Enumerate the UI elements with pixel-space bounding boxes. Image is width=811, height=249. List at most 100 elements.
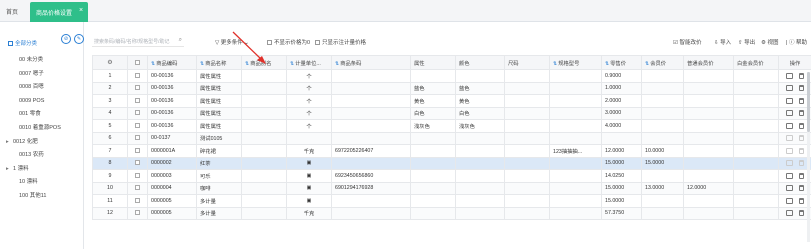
row-checkbox[interactable] bbox=[127, 131, 148, 145]
cell-platinum[interactable] bbox=[733, 69, 779, 83]
cell-normal[interactable] bbox=[683, 144, 734, 158]
cell-normal[interactable] bbox=[683, 206, 734, 220]
help-button[interactable]: | ⓘ 帮助 bbox=[786, 38, 807, 46]
table-row[interactable]: 5 00-00136 属性属性 个 浅灰色 浅灰色 4.0000 bbox=[92, 119, 811, 133]
cell-retail[interactable] bbox=[601, 131, 642, 145]
cell-member[interactable] bbox=[641, 206, 684, 220]
cell-platinum[interactable] bbox=[733, 119, 779, 133]
cell-platinum[interactable] bbox=[733, 181, 779, 195]
edit-icon[interactable] bbox=[786, 135, 793, 142]
edit-icon[interactable] bbox=[786, 197, 793, 204]
row-checkbox[interactable] bbox=[127, 144, 148, 158]
cell-platinum[interactable] bbox=[733, 194, 779, 208]
cell-normal[interactable] bbox=[683, 119, 734, 133]
cell-platinum[interactable] bbox=[733, 169, 779, 183]
close-tab-icon[interactable]: × bbox=[79, 7, 83, 14]
header-unit[interactable]: ⇅计量单位... bbox=[286, 55, 332, 70]
cell-retail[interactable]: 2.0000 bbox=[601, 94, 642, 108]
row-checkbox[interactable] bbox=[127, 119, 148, 133]
search-input[interactable]: 搜索条码/编码/名称/规格型号/助记 ⌕ bbox=[92, 37, 184, 47]
table-row[interactable]: 4 00-00136 属性属性 个 白色 白色 3.0000 bbox=[92, 106, 811, 120]
edit-icon[interactable] bbox=[786, 110, 793, 117]
row-checkbox[interactable] bbox=[127, 206, 148, 220]
cell-member[interactable]: 13.0000 bbox=[641, 181, 684, 195]
view-button[interactable]: ⚙ 视图 bbox=[761, 38, 778, 46]
cell-platinum[interactable] bbox=[733, 156, 779, 170]
header-barcode[interactable]: ⇅商品条码 bbox=[331, 55, 411, 70]
select-all-checkbox[interactable] bbox=[127, 55, 148, 70]
cell-retail[interactable]: 4.0000 bbox=[601, 119, 642, 133]
header-spec[interactable]: ⇅规格型号 bbox=[549, 55, 602, 70]
table-row[interactable]: 9 0000003 可乐 ▣ 6923450656860 14.0250 bbox=[92, 169, 811, 183]
row-checkbox[interactable] bbox=[127, 106, 148, 120]
scrollbar-thumb[interactable] bbox=[807, 72, 810, 132]
caret-right-icon[interactable]: ▸ bbox=[6, 138, 13, 146]
smart-price-button[interactable]: ☑ 智能改价 bbox=[673, 38, 701, 46]
category-item[interactable]: 0013 农药 bbox=[6, 151, 61, 165]
cell-member[interactable] bbox=[641, 106, 684, 120]
trash-icon[interactable] bbox=[799, 210, 804, 217]
cell-member[interactable] bbox=[641, 194, 684, 208]
trash-icon[interactable] bbox=[799, 85, 804, 92]
category-item[interactable]: 0008 百嗯 bbox=[6, 83, 61, 97]
tab-price-settings[interactable]: 商品价格设置 × bbox=[30, 2, 88, 22]
trash-icon[interactable] bbox=[799, 72, 804, 79]
cell-retail[interactable]: 57.3750 bbox=[601, 206, 642, 220]
cell-platinum[interactable] bbox=[733, 94, 779, 108]
table-row[interactable]: 10 0000004 咖啡 ▣ 6901294176928 15.0000 13.0000 1… bbox=[92, 181, 811, 195]
export-button[interactable]: ⇧ 导出 bbox=[738, 38, 755, 46]
table-row[interactable]: 12 0000005 多计量 千克 57.3750 bbox=[92, 206, 811, 220]
cell-normal[interactable] bbox=[683, 169, 734, 183]
gear-icon[interactable]: ⚙ bbox=[107, 60, 112, 66]
table-row[interactable]: 1 00-00136 属性属性 个 0.9000 bbox=[92, 69, 811, 83]
table-row[interactable]: 3 00-00136 属性属性 个 黄色 黄色 2.0000 bbox=[92, 94, 811, 108]
cell-member[interactable] bbox=[641, 94, 684, 108]
edit-icon[interactable] bbox=[786, 160, 793, 167]
row-checkbox[interactable] bbox=[127, 69, 148, 83]
trash-icon[interactable] bbox=[799, 97, 804, 104]
table-row[interactable]: 6 00-0137 测试0105 bbox=[92, 131, 811, 145]
cell-retail[interactable]: 15.0000 bbox=[601, 181, 642, 195]
row-checkbox[interactable] bbox=[127, 194, 148, 208]
cell-platinum[interactable] bbox=[733, 144, 779, 158]
cell-platinum[interactable] bbox=[733, 131, 779, 145]
category-item[interactable]: ▸ 1 漂料 bbox=[6, 165, 61, 179]
edit-icon[interactable] bbox=[786, 210, 793, 217]
edit-icon[interactable] bbox=[786, 122, 793, 129]
header-color[interactable]: 颜色 bbox=[455, 55, 505, 70]
trash-icon[interactable] bbox=[799, 197, 804, 204]
edit-icon[interactable] bbox=[786, 185, 793, 192]
cell-normal[interactable] bbox=[683, 156, 734, 170]
show-measure-checkbox[interactable]: 只显示注计量价格 bbox=[315, 38, 366, 46]
cell-member[interactable] bbox=[641, 131, 684, 145]
import-button[interactable]: ⇩ 导入 bbox=[714, 38, 731, 46]
header-attribute[interactable]: 属性 bbox=[410, 55, 456, 70]
edit-icon[interactable] bbox=[786, 72, 793, 79]
table-scrollbar[interactable] bbox=[807, 72, 810, 242]
cell-retail[interactable]: 3.0000 bbox=[601, 106, 642, 120]
category-item[interactable]: 0007 嗯子 bbox=[6, 70, 61, 84]
cell-retail[interactable]: 12.0000 bbox=[601, 144, 642, 158]
category-item[interactable]: 001 零食 bbox=[6, 110, 61, 124]
cell-member[interactable] bbox=[641, 119, 684, 133]
cell-normal[interactable] bbox=[683, 106, 734, 120]
search-icon[interactable]: ⌕ bbox=[179, 37, 182, 44]
cell-retail[interactable]: 15.0000 bbox=[601, 156, 642, 170]
row-checkbox[interactable] bbox=[127, 169, 148, 183]
header-retail-price[interactable]: ⇅零售价 bbox=[601, 55, 642, 70]
cell-normal[interactable] bbox=[683, 94, 734, 108]
header-member-price[interactable]: ⇅会员价 bbox=[641, 55, 684, 70]
category-item[interactable]: ▸ 0012 化肥 bbox=[6, 138, 61, 152]
edit-icon[interactable] bbox=[786, 97, 793, 104]
trash-icon[interactable] bbox=[799, 160, 804, 167]
cell-normal[interactable] bbox=[683, 69, 734, 83]
table-row[interactable]: 8 0000002 红茶 ▣ 15.0000 15.0000 bbox=[92, 156, 811, 170]
cell-retail[interactable]: 1.0000 bbox=[601, 81, 642, 95]
cell-member[interactable]: 10.0000 bbox=[641, 144, 684, 158]
category-item[interactable]: 00 未分类 bbox=[6, 56, 61, 70]
table-row[interactable]: 2 00-00136 属性属性 个 蓝色 蓝色 1.0000 bbox=[92, 81, 811, 95]
cell-member[interactable]: 15.0000 bbox=[641, 156, 684, 170]
category-item[interactable]: 0010 着重源POS bbox=[6, 124, 61, 138]
row-checkbox[interactable] bbox=[127, 94, 148, 108]
trash-icon[interactable] bbox=[799, 185, 804, 192]
